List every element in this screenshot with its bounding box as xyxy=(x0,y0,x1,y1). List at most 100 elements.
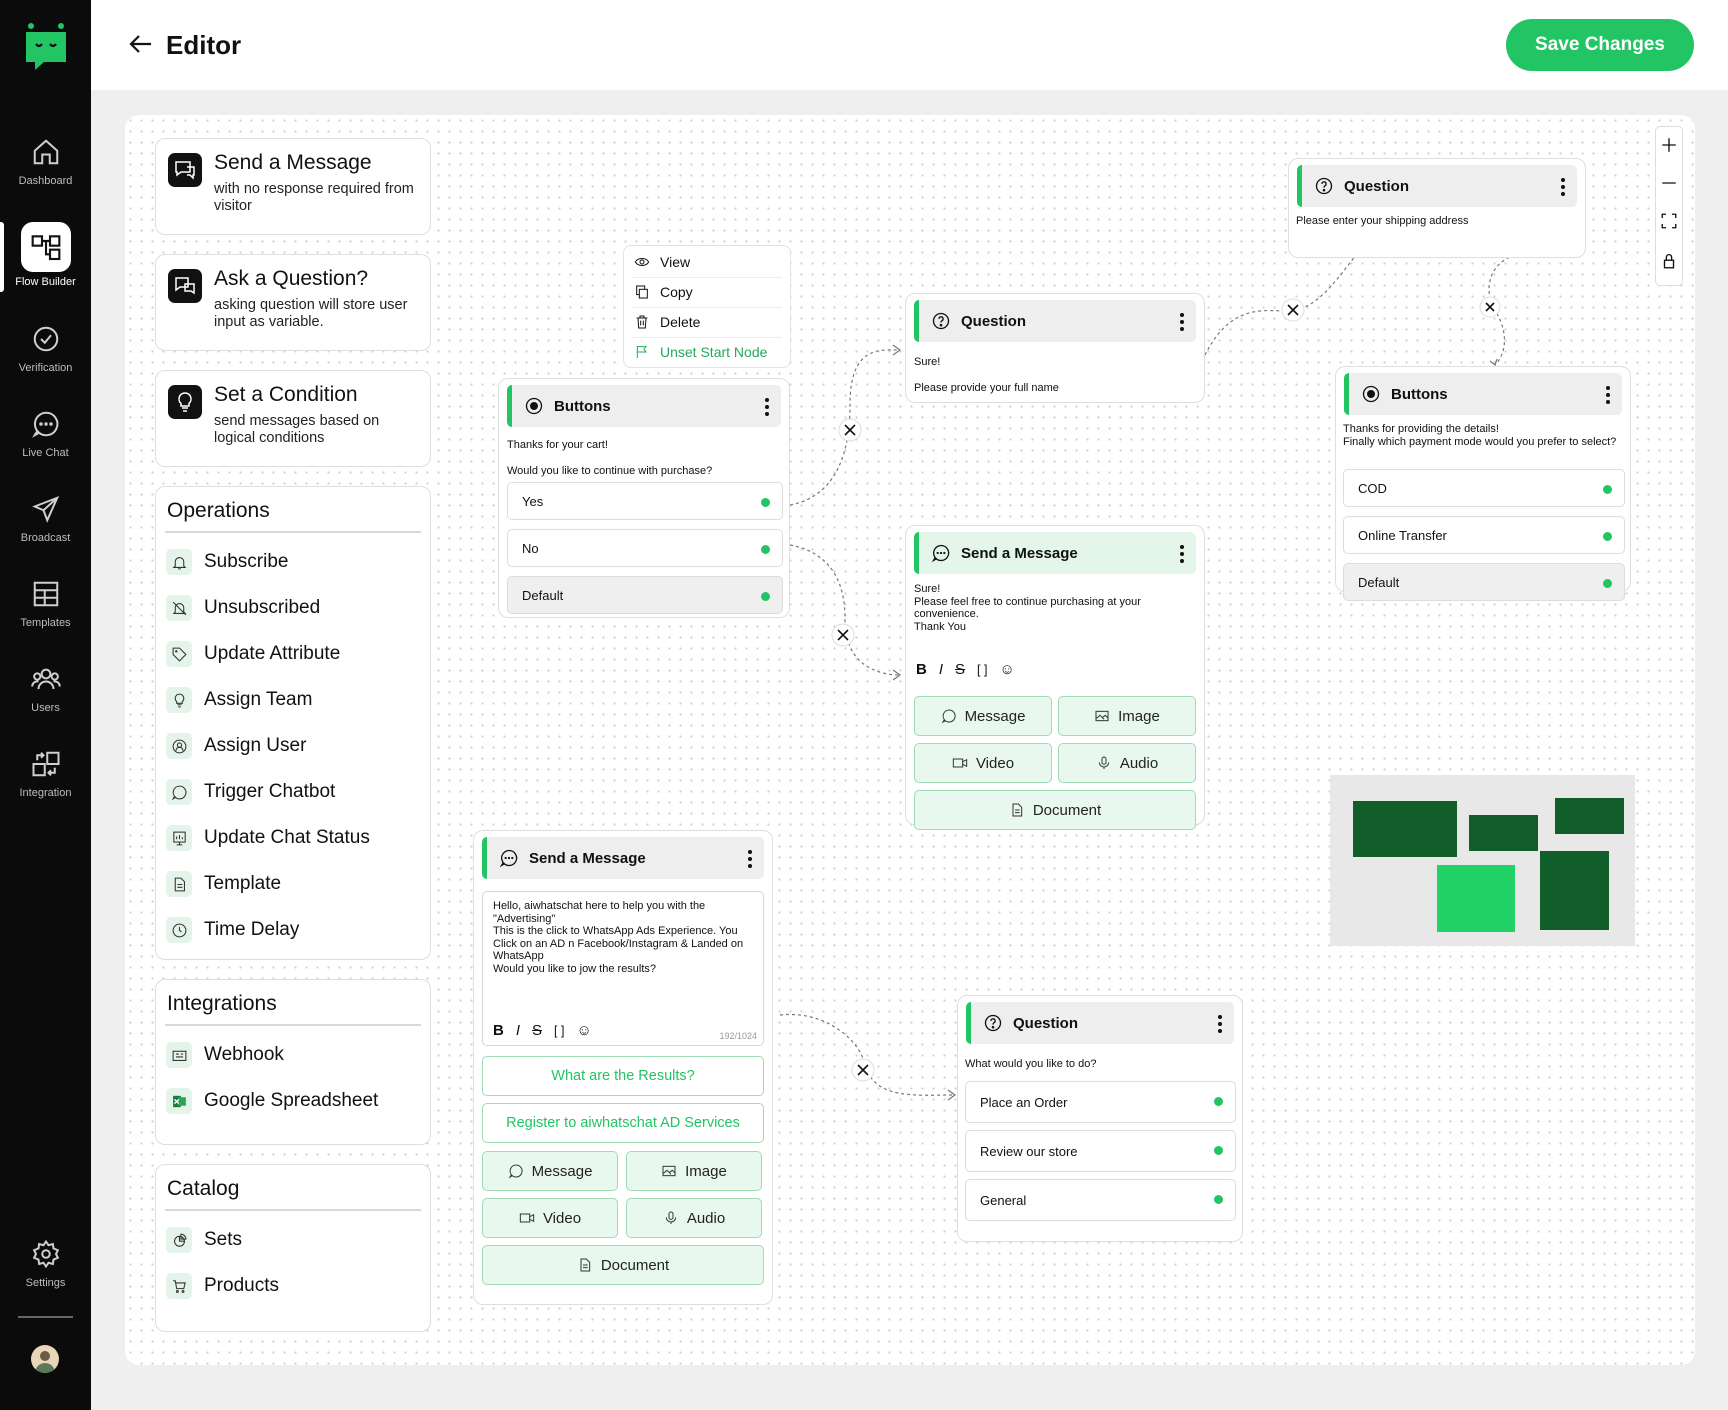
sidebar-item-templates[interactable]: Templates xyxy=(0,577,91,629)
sidebar-item-flow-builder[interactable]: Flow Builder xyxy=(0,222,91,292)
option-place-order[interactable]: Place an Order xyxy=(965,1081,1236,1123)
menu-item-delete[interactable]: Delete xyxy=(634,308,700,336)
sidebar-item-integration[interactable]: Integration xyxy=(0,747,91,799)
op-unsubscribed[interactable]: Unsubscribed xyxy=(166,593,320,623)
kebab-menu-icon[interactable] xyxy=(1561,178,1565,196)
op-update-attribute[interactable]: Update Attribute xyxy=(166,639,340,669)
option-cod[interactable]: COD xyxy=(1343,469,1625,507)
option-default[interactable]: Default xyxy=(1343,563,1625,601)
flow-canvas[interactable]: Send a Message with no response required… xyxy=(125,115,1695,1365)
add-video-button[interactable]: Video xyxy=(482,1198,618,1238)
sidebar-item-settings[interactable]: Settings xyxy=(0,1237,91,1289)
buttons-node-payment[interactable]: Buttons Thanks for providing the details… xyxy=(1335,366,1631,601)
buttons-node-cart[interactable]: Buttons Thanks for your cart! Would you … xyxy=(498,378,790,618)
sidebar-item-live-chat[interactable]: Live Chat xyxy=(0,407,91,459)
sidebar-item-verification[interactable]: Verification xyxy=(0,322,91,374)
strikethrough-icon[interactable]: S xyxy=(955,661,965,678)
catalog-sets[interactable]: Sets xyxy=(166,1225,242,1255)
connector-handle[interactable] xyxy=(1603,532,1612,541)
connector-handle[interactable] xyxy=(1603,485,1612,494)
palette-set-condition[interactable]: Set a Condition send messages based on l… xyxy=(155,370,431,467)
strikethrough-icon[interactable]: S xyxy=(532,1022,542,1039)
catalog-products[interactable]: Products xyxy=(166,1271,279,1301)
int-webhook[interactable]: Webhook xyxy=(166,1040,284,1070)
bold-icon[interactable]: B xyxy=(493,1022,504,1039)
bot-logo-icon[interactable] xyxy=(22,22,70,74)
op-subscribe[interactable]: Subscribe xyxy=(166,547,289,577)
connector-handle[interactable] xyxy=(1603,579,1612,588)
sidebar-item-dashboard[interactable]: Dashboard xyxy=(0,135,91,187)
node-header[interactable]: Buttons xyxy=(507,385,781,427)
avatar[interactable] xyxy=(31,1345,59,1373)
quick-reply-button[interactable]: Register to aiwhatschat AD Services xyxy=(482,1103,764,1143)
emoji-icon[interactable]: ☺ xyxy=(576,1022,591,1039)
question-node-address[interactable]: Question Please enter your shipping addr… xyxy=(1288,158,1586,258)
option-general[interactable]: General xyxy=(965,1179,1236,1221)
kebab-menu-icon[interactable] xyxy=(1180,313,1184,331)
connector-handle[interactable] xyxy=(1214,1097,1223,1106)
zoom-out-icon[interactable] xyxy=(1656,165,1682,201)
op-assign-team[interactable]: Assign Team xyxy=(166,685,312,715)
bold-icon[interactable]: B xyxy=(916,661,927,678)
sidebar-item-broadcast[interactable]: Broadcast xyxy=(0,492,91,544)
add-message-button[interactable]: Message xyxy=(482,1151,618,1191)
add-image-button[interactable]: Image xyxy=(1058,696,1196,736)
message-textarea[interactable]: Hello, aiwhatschat here to help you with… xyxy=(482,891,764,1046)
emoji-icon[interactable]: ☺ xyxy=(999,661,1014,678)
code-icon[interactable]: [ ] xyxy=(977,663,987,677)
italic-icon[interactable]: I xyxy=(516,1022,520,1039)
option-online-transfer[interactable]: Online Transfer xyxy=(1343,516,1625,554)
add-audio-button[interactable]: Audio xyxy=(1058,743,1196,783)
kebab-menu-icon[interactable] xyxy=(748,850,752,868)
node-header[interactable]: Question xyxy=(966,1002,1234,1044)
send-message-node-ads[interactable]: Send a Message Hello, aiwhatschat here t… xyxy=(473,830,773,1305)
kebab-menu-icon[interactable] xyxy=(1180,545,1184,563)
send-message-node-thanks[interactable]: Send a Message Sure! Please feel free to… xyxy=(905,525,1205,830)
op-template[interactable]: Template xyxy=(166,869,281,899)
op-assign-user[interactable]: Assign User xyxy=(166,731,306,761)
op-trigger-chatbot[interactable]: Trigger Chatbot xyxy=(166,777,335,807)
question-node-todo[interactable]: Question What would you like to do? Plac… xyxy=(957,995,1243,1242)
back-arrow-icon[interactable] xyxy=(127,30,155,58)
option-review-store[interactable]: Review our store xyxy=(965,1130,1236,1172)
add-image-button[interactable]: Image xyxy=(626,1151,762,1191)
node-header[interactable]: Buttons xyxy=(1344,373,1622,415)
kebab-menu-icon[interactable] xyxy=(1606,386,1610,404)
connector-handle[interactable] xyxy=(761,592,770,601)
menu-item-copy[interactable]: Copy xyxy=(634,278,693,306)
add-document-button[interactable]: Document xyxy=(482,1245,764,1285)
add-audio-button[interactable]: Audio xyxy=(626,1198,762,1238)
option-default[interactable]: Default xyxy=(507,576,783,614)
zoom-in-icon[interactable] xyxy=(1656,127,1682,163)
minimap[interactable] xyxy=(1330,775,1635,946)
italic-icon[interactable]: I xyxy=(939,661,943,678)
kebab-menu-icon[interactable] xyxy=(765,398,769,416)
save-changes-button[interactable]: Save Changes xyxy=(1506,19,1694,71)
int-google-spreadsheet[interactable]: Google Spreadsheet xyxy=(166,1086,378,1116)
palette-send-message[interactable]: Send a Message with no response required… xyxy=(155,138,431,235)
kebab-menu-icon[interactable] xyxy=(1218,1015,1222,1033)
add-message-button[interactable]: Message xyxy=(914,696,1052,736)
option-yes[interactable]: Yes xyxy=(507,482,783,520)
sidebar-item-users[interactable]: Users xyxy=(0,662,91,714)
connector-handle[interactable] xyxy=(761,545,770,554)
quick-reply-button[interactable]: What are the Results? xyxy=(482,1056,764,1096)
node-header[interactable]: Question xyxy=(1297,165,1577,207)
code-icon[interactable]: [ ] xyxy=(554,1024,564,1038)
op-update-chat-status[interactable]: Update Chat Status xyxy=(166,823,370,853)
palette-ask-question[interactable]: Ask a Question? asking question will sto… xyxy=(155,254,431,351)
node-header[interactable]: Send a Message xyxy=(914,532,1196,574)
add-video-button[interactable]: Video xyxy=(914,743,1052,783)
option-no[interactable]: No xyxy=(507,529,783,567)
connector-handle[interactable] xyxy=(761,498,770,507)
add-document-button[interactable]: Document xyxy=(914,790,1196,830)
node-header[interactable]: Question xyxy=(914,300,1196,342)
op-time-delay[interactable]: Time Delay xyxy=(166,915,299,945)
connector-handle[interactable] xyxy=(1214,1146,1223,1155)
fit-view-icon[interactable] xyxy=(1656,203,1682,239)
question-node-name[interactable]: Question Sure! Please provide your full … xyxy=(905,293,1205,403)
menu-item-unset-start-node[interactable]: Unset Start Node xyxy=(634,338,767,366)
lock-icon[interactable] xyxy=(1656,243,1682,279)
node-header[interactable]: Send a Message xyxy=(482,837,764,879)
menu-item-view[interactable]: View xyxy=(634,248,690,276)
